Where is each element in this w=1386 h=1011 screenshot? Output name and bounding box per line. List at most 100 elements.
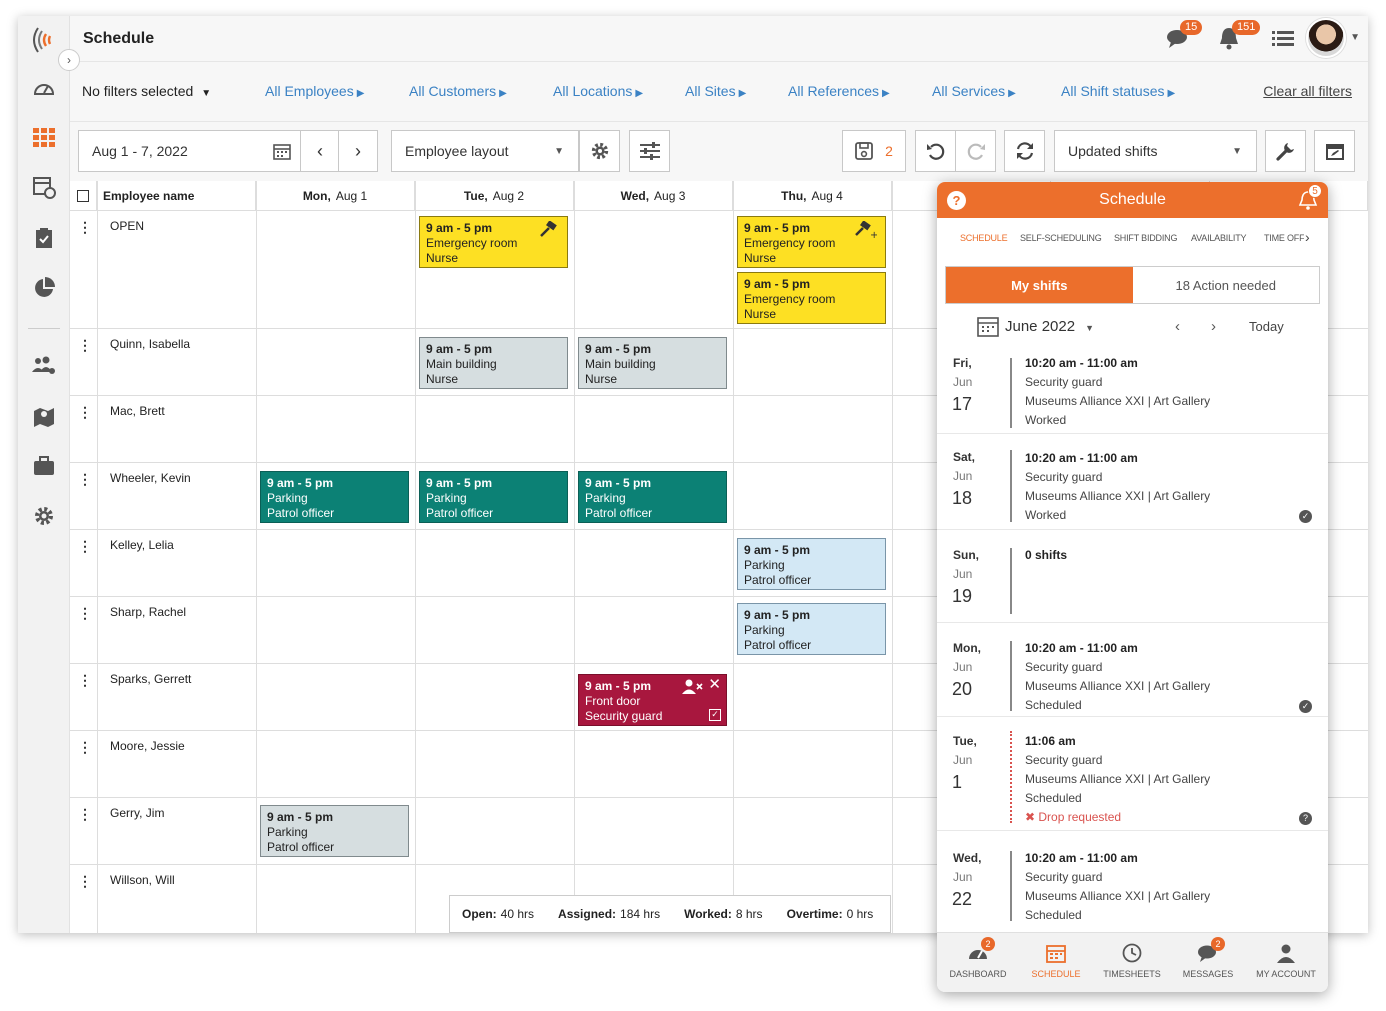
- employee-name[interactable]: OPEN: [110, 219, 144, 233]
- list-item[interactable]: Sun, Jun 19 0 shifts: [937, 530, 1328, 623]
- row-menu-icon[interactable]: ⋮: [78, 471, 92, 488]
- row-menu-icon[interactable]: ⋮: [78, 672, 92, 689]
- tab-self-scheduling[interactable]: SELF-SCHEDULING: [1020, 233, 1102, 243]
- save-changes-button[interactable]: 2: [842, 130, 906, 172]
- action-needed-tab[interactable]: 18 Action needed: [1133, 267, 1320, 303]
- row-menu-icon[interactable]: ⋮: [78, 219, 92, 236]
- my-shifts-tab[interactable]: My shifts: [946, 267, 1133, 303]
- next-week-button[interactable]: ›: [338, 130, 378, 172]
- day-header-mon[interactable]: Mon, Aug 1: [256, 181, 415, 211]
- undo-button[interactable]: [915, 130, 956, 172]
- calendar-clock-icon[interactable]: [30, 173, 58, 201]
- row-menu-icon[interactable]: ⋮: [78, 739, 92, 756]
- month-select[interactable]: June 2022 ▼: [1005, 318, 1094, 335]
- nav-schedule[interactable]: SCHEDULE: [1017, 943, 1095, 979]
- layout-select[interactable]: Employee layout ▼: [391, 130, 579, 172]
- list-item[interactable]: Tue, Jun 1 11:06 am Security guard Museu…: [937, 717, 1328, 831]
- users-settings-icon[interactable]: [30, 352, 58, 380]
- shift-card-open[interactable]: 9 am - 5 pm Emergency room Nurse: [737, 272, 886, 324]
- filter-references[interactable]: All References ▶: [788, 83, 890, 99]
- shift-card[interactable]: 9 am - 5 pm Parking Patrol officer: [737, 603, 886, 655]
- list-item[interactable]: Mon, Jun 20 10:20 am - 11:00 am Security…: [937, 623, 1328, 717]
- list-item[interactable]: Fri, Jun 17 10:20 am - 11:00 am Security…: [937, 350, 1328, 434]
- prev-week-button[interactable]: ‹: [300, 130, 340, 172]
- chevron-right-icon[interactable]: ›: [1305, 229, 1310, 245]
- pie-chart-icon[interactable]: [30, 274, 58, 302]
- shift-card[interactable]: 9 am - 5 pm Main building Nurse: [578, 337, 727, 389]
- list-item[interactable]: Sat, Jun 18 10:20 am - 11:00 am Security…: [937, 434, 1328, 530]
- filter-sites[interactable]: All Sites ▶: [685, 83, 746, 99]
- adjust-view-button[interactable]: [629, 130, 670, 172]
- row-menu-icon[interactable]: ⋮: [78, 337, 92, 354]
- briefcase-icon[interactable]: [30, 452, 58, 480]
- filter-shift-statuses[interactable]: All Shift statuses ▶: [1061, 83, 1175, 99]
- employee-name[interactable]: Gerry, Jim: [110, 806, 164, 820]
- redo-button[interactable]: [955, 130, 996, 172]
- employee-name[interactable]: Kelley, Lelia: [110, 538, 174, 552]
- schedule-grid-icon[interactable]: [30, 124, 58, 152]
- employee-name[interactable]: Wheeler, Kevin: [110, 471, 191, 485]
- publish-schedule-button[interactable]: [1314, 130, 1355, 172]
- day-header-tue[interactable]: Tue, Aug 2: [415, 181, 574, 211]
- avatar[interactable]: [1306, 18, 1346, 58]
- employee-name[interactable]: Mac, Brett: [110, 404, 165, 418]
- tab-time-off[interactable]: TIME OFF: [1264, 233, 1304, 243]
- nav-dashboard[interactable]: 2 DASHBOARD: [939, 937, 1017, 979]
- shift-card-open[interactable]: 9 am - 5 pm Emergency room Nurse: [419, 216, 568, 268]
- notifications-button[interactable]: 151: [1218, 20, 1261, 52]
- select-all-checkbox[interactable]: [70, 181, 97, 211]
- tab-shift-bidding[interactable]: SHIFT BIDDING: [1114, 233, 1177, 243]
- checkbox-icon[interactable]: ✓: [709, 709, 721, 721]
- employee-name[interactable]: Sharp, Rachel: [110, 605, 186, 619]
- tab-schedule[interactable]: SCHEDULE: [960, 233, 1008, 243]
- shift-card[interactable]: 9 am - 5 pm Main building Nurse: [419, 337, 568, 389]
- filter-customers[interactable]: All Customers ▶: [409, 83, 507, 99]
- next-month-button[interactable]: ›: [1211, 318, 1216, 335]
- employee-column-header[interactable]: Employee name: [97, 181, 256, 211]
- shift-card[interactable]: 9 am - 5 pm Parking Patrol officer: [260, 471, 409, 523]
- prev-month-button[interactable]: ‹: [1175, 318, 1180, 335]
- messages-button[interactable]: 15: [1166, 20, 1203, 52]
- calendar-icon[interactable]: [977, 315, 999, 337]
- employee-name[interactable]: Quinn, Isabella: [110, 337, 190, 351]
- refresh-button[interactable]: [1004, 130, 1045, 172]
- filter-locations[interactable]: All Locations ▶: [553, 83, 643, 99]
- day-header-thu[interactable]: Thu, Aug 4: [733, 181, 892, 211]
- shift-card-open[interactable]: 9 am - 5 pm Emergency room Nurse +: [737, 216, 886, 268]
- filter-services[interactable]: All Services ▶: [932, 83, 1016, 99]
- list-item[interactable]: Wed, Jun 22 10:20 am - 11:00 am Security…: [937, 831, 1328, 927]
- view-mode-select[interactable]: Updated shifts ▼: [1054, 130, 1257, 172]
- nav-my-account[interactable]: MY ACCOUNT: [1247, 943, 1325, 979]
- nav-messages[interactable]: 2 MESSAGES: [1169, 937, 1247, 979]
- list-menu-button[interactable]: [1272, 30, 1300, 56]
- row-menu-icon[interactable]: ⋮: [78, 873, 92, 890]
- expand-nav-button[interactable]: ›: [58, 49, 80, 71]
- clear-filters-link[interactable]: Clear all filters: [1263, 83, 1352, 99]
- nav-timesheets[interactable]: TIMESHEETS: [1093, 943, 1171, 979]
- tab-availability[interactable]: AVAILABILITY: [1191, 233, 1246, 243]
- dashboard-icon[interactable]: [30, 74, 58, 102]
- gear-icon[interactable]: [30, 502, 58, 530]
- close-icon[interactable]: ✕: [708, 677, 721, 692]
- employee-name[interactable]: Willson, Will: [110, 873, 175, 887]
- date-range-picker[interactable]: Aug 1 - 7, 2022: [78, 130, 302, 172]
- today-button[interactable]: Today: [1249, 319, 1284, 334]
- shift-card[interactable]: 9 am - 5 pm Parking Patrol officer: [578, 471, 727, 523]
- chevron-down-icon[interactable]: ▼: [1350, 32, 1360, 43]
- row-menu-icon[interactable]: ⋮: [78, 806, 92, 823]
- employee-name[interactable]: Sparks, Gerrett: [110, 672, 191, 686]
- shift-card[interactable]: 9 am - 5 pm Parking Patrol officer: [260, 805, 409, 857]
- filter-employees[interactable]: All Employees ▶: [265, 83, 364, 99]
- row-menu-icon[interactable]: ⋮: [78, 605, 92, 622]
- shift-card[interactable]: 9 am - 5 pm Parking Patrol officer: [737, 538, 886, 590]
- map-marker-icon[interactable]: [30, 402, 58, 430]
- row-menu-icon[interactable]: ⋮: [78, 538, 92, 555]
- filter-preset-select[interactable]: No filters selected ▼: [82, 83, 211, 99]
- day-header-wed[interactable]: Wed, Aug 3: [574, 181, 733, 211]
- row-menu-icon[interactable]: ⋮: [78, 404, 92, 421]
- layout-settings-button[interactable]: [579, 130, 620, 172]
- employee-name[interactable]: Moore, Jessie: [110, 739, 185, 753]
- shift-card[interactable]: 9 am - 5 pm Parking Patrol officer: [419, 471, 568, 523]
- clipboard-check-icon[interactable]: [30, 224, 58, 252]
- tools-button[interactable]: [1265, 130, 1306, 172]
